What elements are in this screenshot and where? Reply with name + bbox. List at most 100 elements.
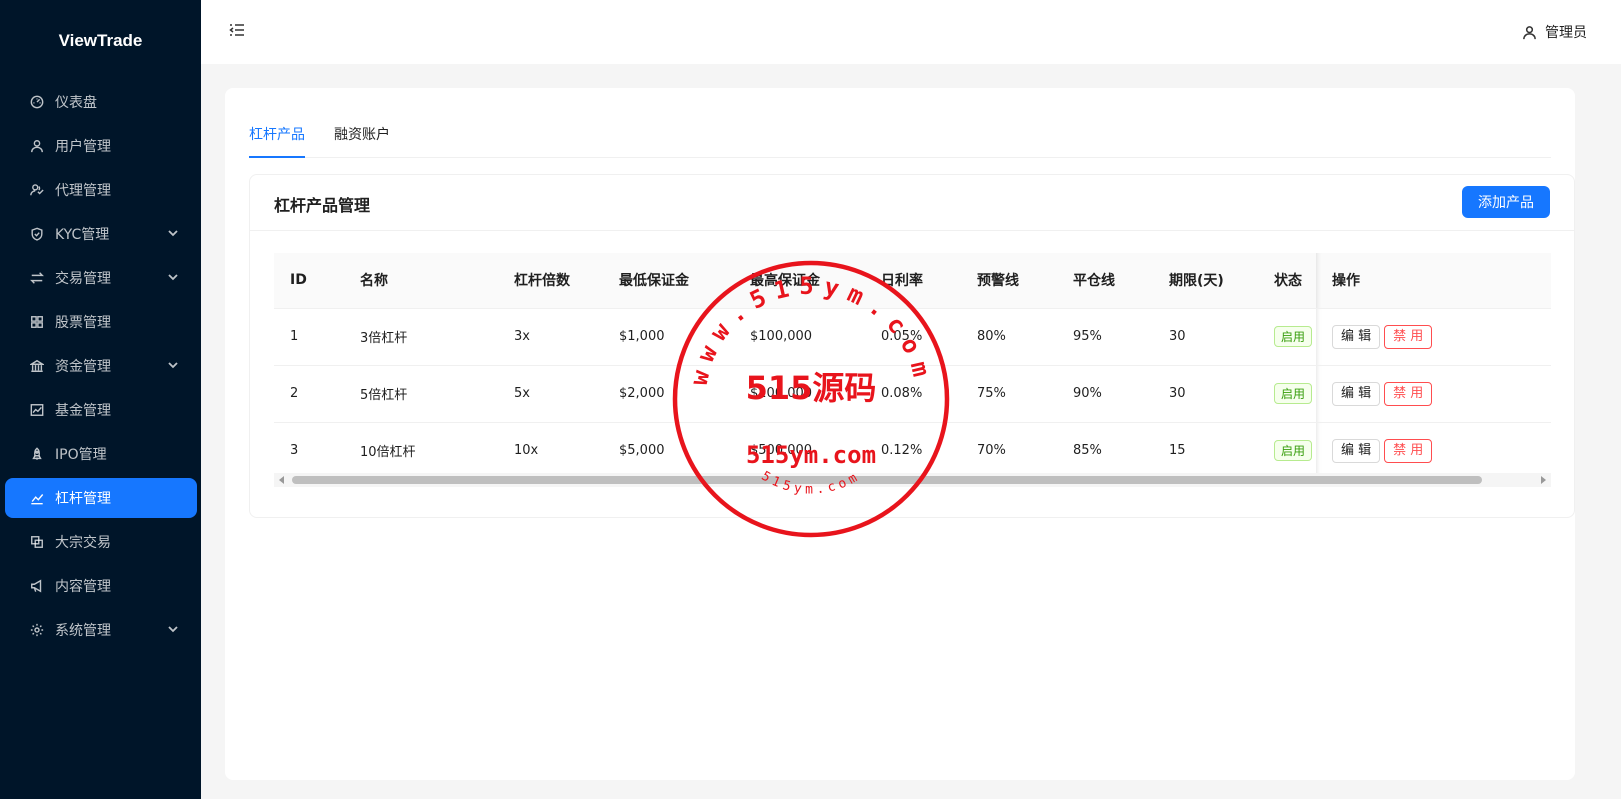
sidebar-item-trading[interactable]: 交易管理 bbox=[5, 258, 197, 298]
table-header-row: ID 名称 杠杆倍数 最低保证金 最高保证金 日利率 预警线 平仓线 期限(天) 状态 操作 bbox=[274, 253, 1551, 309]
sidebar-item-label: 杠杆管理 bbox=[55, 491, 111, 507]
column-header-liquidation-line: 平仓线 bbox=[1057, 253, 1153, 309]
cell-days: 30 bbox=[1153, 308, 1258, 366]
cell-actions: 编 辑禁 用 bbox=[1316, 422, 1551, 480]
cell-max: $500,000 bbox=[734, 422, 865, 480]
sidebar-item-stocks[interactable]: 股票管理 bbox=[5, 302, 197, 342]
panel-title: 杠杆产品管理 bbox=[274, 196, 371, 215]
cell-id: 3 bbox=[274, 422, 344, 480]
edit-button[interactable]: 编 辑 bbox=[1332, 381, 1381, 406]
cell-min: $1,000 bbox=[603, 308, 734, 366]
cell-name: 3倍杠杆 bbox=[344, 308, 498, 366]
table-row: 2 5倍杠杆 5x $2,000 $200,000 0.08% 75% 90% 30 启用编 辑禁… bbox=[274, 365, 1551, 423]
sidebar-item-label: 仪表盘 bbox=[55, 95, 97, 111]
cell-leverage: 3x bbox=[498, 308, 603, 366]
cell-leverage: 5x bbox=[498, 365, 603, 423]
tab-ink-bar bbox=[249, 156, 305, 158]
user-name: 管理员 bbox=[1545, 25, 1587, 41]
panel-header: 杠杆产品管理 添加产品 bbox=[250, 175, 1574, 231]
sidebar-item-dashboard[interactable]: 仪表盘 bbox=[5, 82, 197, 122]
sidebar-item-block-trade[interactable]: 大宗交易 bbox=[5, 522, 197, 562]
sidebar-item-label: 大宗交易 bbox=[55, 535, 111, 551]
sidebar-item-leverage[interactable]: 杠杆管理 bbox=[5, 478, 197, 518]
sidebar-item-label: IPO管理 bbox=[55, 447, 107, 463]
chevron-down-icon[interactable] bbox=[167, 227, 179, 239]
sidebar-item-content[interactable]: 内容管理 bbox=[5, 566, 197, 606]
cell-rate: 0.12% bbox=[865, 422, 961, 480]
sidebar-item-users[interactable]: 用户管理 bbox=[5, 126, 197, 166]
sidebar-item-label: KYC管理 bbox=[55, 227, 110, 243]
edit-button[interactable]: 编 辑 bbox=[1332, 438, 1381, 463]
column-header-term-days: 期限(天) bbox=[1153, 253, 1258, 309]
column-header-warning-line: 预警线 bbox=[961, 253, 1057, 309]
sidebar-item-kyc[interactable]: KYC管理 bbox=[5, 214, 197, 254]
cell-name: 10倍杠杆 bbox=[344, 422, 498, 480]
cell-id: 1 bbox=[274, 308, 344, 366]
disable-button[interactable]: 禁 用 bbox=[1384, 324, 1433, 349]
brand-logo[interactable]: ViewTrade bbox=[0, 0, 201, 82]
sidebar-item-agents[interactable]: 代理管理 bbox=[5, 170, 197, 210]
column-header-min-margin: 最低保证金 bbox=[603, 253, 734, 309]
cell-liq: 90% bbox=[1057, 365, 1153, 423]
shield-icon bbox=[29, 226, 45, 242]
chevron-down-icon[interactable] bbox=[167, 359, 179, 371]
cell-status: 启用 bbox=[1258, 308, 1316, 366]
sidebar-item-label: 用户管理 bbox=[55, 139, 111, 155]
cell-liq: 95% bbox=[1057, 308, 1153, 366]
sidebar-item-label: 资金管理 bbox=[55, 359, 111, 375]
product-table: ID 名称 杠杆倍数 最低保证金 最高保证金 日利率 预警线 平仓线 期限(天) 状态 操作 1 3倍… bbox=[274, 253, 1551, 480]
sidebar-item-system[interactable]: 系统管理 bbox=[5, 610, 197, 650]
sidebar: ViewTrade 仪表盘用户管理代理管理 KYC管理交易管理股票管理资金管理基金… bbox=[0, 0, 201, 799]
table-row: 1 3倍杠杆 3x $1,000 $100,000 0.05% 80% 95% 30 启用编 辑禁… bbox=[274, 308, 1551, 366]
add-product-button[interactable]: 添加产品 bbox=[1462, 186, 1550, 218]
column-header-actions: 操作 bbox=[1316, 253, 1551, 309]
edit-button[interactable]: 编 辑 bbox=[1332, 324, 1381, 349]
cell-status: 启用 bbox=[1258, 422, 1316, 480]
menu-fold-icon[interactable] bbox=[229, 22, 249, 42]
cell-min: $5,000 bbox=[603, 422, 734, 480]
sidebar-item-fund-products[interactable]: 基金管理 bbox=[5, 390, 197, 430]
top-header: 管理员 bbox=[201, 0, 1621, 64]
bank-icon bbox=[29, 358, 45, 374]
cell-rate: 0.05% bbox=[865, 308, 961, 366]
sidebar-item-ipo[interactable]: IPO管理 bbox=[5, 434, 197, 474]
status-badge: 启用 bbox=[1274, 326, 1313, 347]
cell-rate: 0.08% bbox=[865, 365, 961, 423]
sidebar-item-label: 内容管理 bbox=[55, 579, 111, 595]
sidebar-item-label: 交易管理 bbox=[55, 271, 111, 287]
chevron-down-icon[interactable] bbox=[167, 623, 179, 635]
cell-name: 5倍杠杆 bbox=[344, 365, 498, 423]
cell-min: $2,000 bbox=[603, 365, 734, 423]
scroll-left-arrow-icon[interactable] bbox=[279, 476, 284, 484]
cell-days: 15 bbox=[1153, 422, 1258, 480]
cell-actions: 编 辑禁 用 bbox=[1316, 308, 1551, 366]
cell-leverage: 10x bbox=[498, 422, 603, 480]
user-icon bbox=[29, 138, 45, 154]
disable-button[interactable]: 禁 用 bbox=[1384, 381, 1433, 406]
cell-actions: 编 辑禁 用 bbox=[1316, 365, 1551, 423]
tab-financing-accounts[interactable]: 融资账户 bbox=[334, 112, 390, 158]
cell-days: 30 bbox=[1153, 365, 1258, 423]
disable-button[interactable]: 禁 用 bbox=[1384, 438, 1433, 463]
sidebar-item-funds[interactable]: 资金管理 bbox=[5, 346, 197, 386]
column-header-name: 名称 bbox=[344, 253, 498, 309]
tab-leverage-products[interactable]: 杠杆产品 bbox=[249, 112, 305, 158]
scroll-right-arrow-icon[interactable] bbox=[1541, 476, 1546, 484]
sidebar-item-label: 代理管理 bbox=[55, 183, 111, 199]
sidebar-item-label: 系统管理 bbox=[55, 623, 111, 639]
swap-icon bbox=[29, 270, 45, 286]
cell-warn: 75% bbox=[961, 365, 1057, 423]
scroll-thumb[interactable] bbox=[292, 476, 1482, 484]
chevron-down-icon[interactable] bbox=[167, 271, 179, 283]
cell-warn: 70% bbox=[961, 422, 1057, 480]
rocket-icon bbox=[29, 446, 45, 462]
user-menu[interactable]: 管理员 bbox=[1522, 22, 1587, 42]
status-badge: 启用 bbox=[1274, 383, 1313, 404]
block-icon bbox=[29, 534, 45, 550]
cell-id: 2 bbox=[274, 365, 344, 423]
sidebar-item-label: 基金管理 bbox=[55, 403, 111, 419]
megaphone-icon bbox=[29, 578, 45, 594]
table-row: 3 10倍杠杆 10x $5,000 $500,000 0.12% 70% 85% 15 启用编 … bbox=[274, 422, 1551, 480]
horizontal-scrollbar[interactable] bbox=[274, 473, 1551, 487]
column-header-status: 状态 bbox=[1258, 253, 1316, 309]
